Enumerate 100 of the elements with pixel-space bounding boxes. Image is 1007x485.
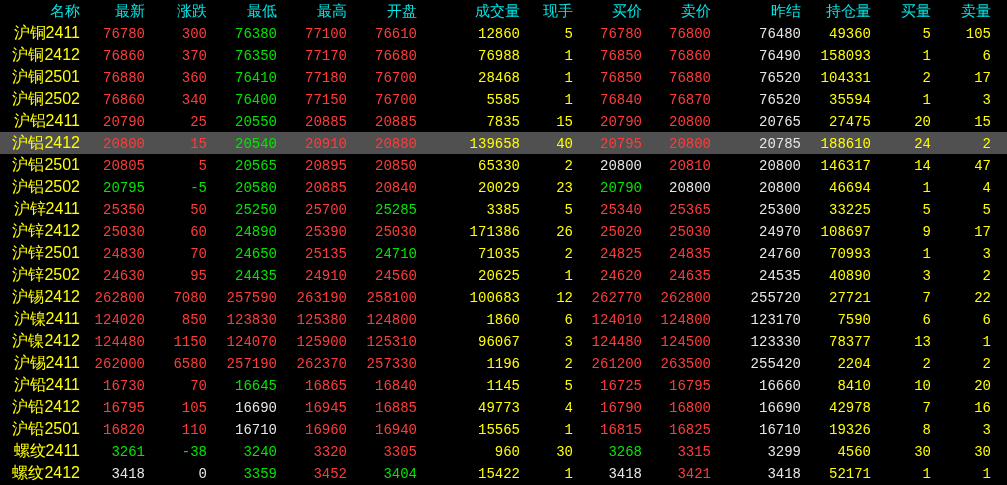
column-header[interactable]: 成交量 bbox=[475, 2, 520, 19]
table-cell: 20800 bbox=[669, 180, 711, 196]
table-row[interactable]: 沪铝2412 20800 15 20540 20910 20880 139658 40 20795 20800 20785 188610 24 2 bbox=[0, 132, 1007, 154]
table-cell: 3268 bbox=[608, 444, 642, 460]
table-cell: 125900 bbox=[296, 334, 347, 350]
table-cell: 20880 bbox=[375, 136, 417, 152]
table-cell: 3 bbox=[982, 246, 991, 262]
table-cell: 3385 bbox=[486, 202, 520, 218]
table-cell: 76380 bbox=[235, 26, 277, 42]
table-cell: 25340 bbox=[600, 202, 642, 218]
column-header[interactable]: 买量 bbox=[901, 2, 931, 19]
table-cell: 25365 bbox=[669, 202, 711, 218]
table-cell: 3 bbox=[982, 422, 991, 438]
table-cell: 262000 bbox=[94, 356, 145, 372]
column-header[interactable]: 现手 bbox=[543, 2, 573, 19]
table-cell: 76700 bbox=[375, 92, 417, 108]
table-cell: 15565 bbox=[478, 422, 520, 438]
column-header[interactable]: 昨结 bbox=[771, 2, 801, 19]
column-header[interactable]: 涨跌 bbox=[177, 2, 207, 19]
table-cell: 7 bbox=[922, 290, 931, 306]
table-cell: 76520 bbox=[759, 70, 801, 86]
table-cell: 1 bbox=[564, 466, 573, 482]
table-cell: 70 bbox=[190, 246, 207, 262]
table-cell: 5 bbox=[982, 202, 991, 218]
table-cell: 263190 bbox=[296, 290, 347, 306]
table-cell: 2 bbox=[564, 158, 573, 174]
table-cell: 20850 bbox=[375, 158, 417, 174]
table-cell: 1860 bbox=[486, 312, 520, 328]
table-cell: 20800 bbox=[600, 158, 642, 174]
table-cell: 25030 bbox=[669, 224, 711, 240]
column-header[interactable]: 开盘 bbox=[387, 2, 417, 19]
table-cell: 1 bbox=[564, 92, 573, 108]
table-cell-text: 沪铝2412 bbox=[11, 134, 80, 151]
table-cell: 262770 bbox=[591, 290, 642, 306]
table-cell: 4 bbox=[982, 180, 991, 196]
table-cell: 25700 bbox=[305, 202, 347, 218]
table-cell: 76610 bbox=[375, 26, 417, 42]
table-cell: 30 bbox=[914, 444, 931, 460]
table-cell: 16820 bbox=[103, 422, 145, 438]
table-cell: 125380 bbox=[296, 312, 347, 328]
table-cell: 16840 bbox=[375, 378, 417, 394]
table-cell: 77180 bbox=[305, 70, 347, 86]
column-header[interactable]: 名称 bbox=[50, 2, 80, 19]
table-cell: 16815 bbox=[600, 422, 642, 438]
table-cell-text: 沪镍2412 bbox=[11, 332, 80, 349]
table-cell-text: 沪锡2412 bbox=[11, 288, 80, 305]
table-cell: 108697 bbox=[820, 224, 871, 240]
table-cell: 20885 bbox=[375, 114, 417, 130]
table-cell-text: 沪铜2412 bbox=[11, 46, 80, 63]
table-cell: 1 bbox=[564, 422, 573, 438]
table-cell: 7835 bbox=[486, 114, 520, 130]
table-cell: 24825 bbox=[600, 246, 642, 262]
table-cell: 20785 bbox=[759, 136, 801, 152]
table-cell: 3404 bbox=[383, 466, 417, 482]
table-cell: 6 bbox=[982, 312, 991, 328]
table-cell: 3452 bbox=[313, 466, 347, 482]
table-cell: 123330 bbox=[750, 334, 801, 350]
table-cell: 25030 bbox=[103, 224, 145, 240]
table-cell: 20795 bbox=[103, 180, 145, 196]
table-cell: 3359 bbox=[243, 466, 277, 482]
table-cell: 12 bbox=[556, 290, 573, 306]
table-cell: 171386 bbox=[469, 224, 520, 240]
table-cell: 20840 bbox=[375, 180, 417, 196]
table-cell: 257330 bbox=[366, 356, 417, 372]
table-cell: 300 bbox=[181, 26, 207, 42]
table-cell: 49360 bbox=[829, 26, 871, 42]
table-cell: 25020 bbox=[600, 224, 642, 240]
table-cell: 17 bbox=[974, 224, 991, 240]
table-cell-text: 沪铜2501 bbox=[11, 68, 80, 85]
table-cell: 76988 bbox=[478, 48, 520, 64]
table-cell: 3240 bbox=[243, 444, 277, 460]
table-cell: 2 bbox=[922, 356, 931, 372]
column-header[interactable]: 最低 bbox=[247, 2, 277, 19]
table-cell: 47 bbox=[974, 158, 991, 174]
table-cell: 76490 bbox=[759, 48, 801, 64]
column-header[interactable]: 卖价 bbox=[681, 2, 711, 19]
table-cell: 2 bbox=[564, 246, 573, 262]
table-cell: 27475 bbox=[829, 114, 871, 130]
table-cell: 3261 bbox=[111, 444, 145, 460]
column-header[interactable]: 最高 bbox=[317, 2, 347, 19]
table-cell: 4560 bbox=[837, 444, 871, 460]
column-header[interactable]: 买价 bbox=[612, 2, 642, 19]
table-cell: 9 bbox=[922, 224, 931, 240]
table-cell: 3320 bbox=[313, 444, 347, 460]
table-cell: 16725 bbox=[600, 378, 642, 394]
table-cell: 123830 bbox=[226, 312, 277, 328]
table-cell: 262800 bbox=[94, 290, 145, 306]
table-cell: 70 bbox=[190, 378, 207, 394]
table-cell: 3 bbox=[564, 334, 573, 350]
table-cell: 22 bbox=[974, 290, 991, 306]
table-cell-text: 沪锡2411 bbox=[12, 354, 80, 371]
table-cell: 17 bbox=[974, 70, 991, 86]
column-header[interactable]: 最新 bbox=[115, 2, 145, 19]
table-cell: 24535 bbox=[759, 268, 801, 284]
column-header[interactable]: 持仓量 bbox=[826, 2, 871, 19]
table-cell: 124020 bbox=[94, 312, 145, 328]
table-cell: 42978 bbox=[829, 400, 871, 416]
column-header[interactable]: 卖量 bbox=[961, 2, 991, 19]
table-cell: 5 bbox=[922, 26, 931, 42]
table-cell: 20565 bbox=[235, 158, 277, 174]
